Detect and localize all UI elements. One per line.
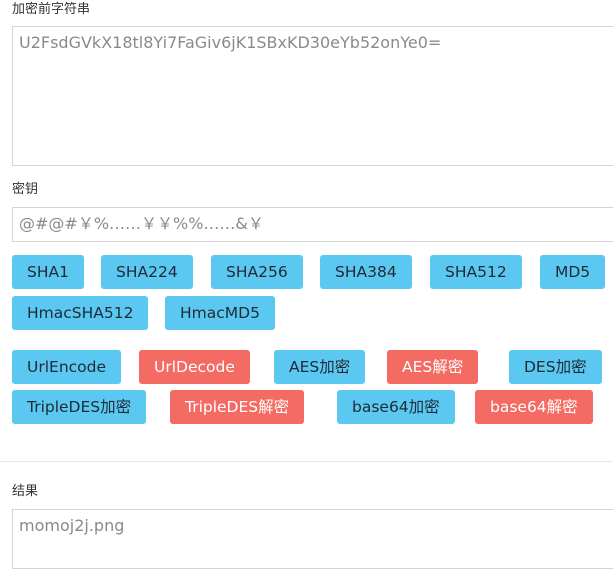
triple-des-encrypt-button[interactable]: TripleDES加密 bbox=[12, 390, 147, 424]
sha512-button[interactable]: SHA512 bbox=[430, 255, 522, 289]
key-input[interactable]: @#@#￥%……￥￥%%……&￥ bbox=[12, 207, 613, 242]
plaintext-label: 加密前字符串 bbox=[12, 2, 91, 17]
hmac-md5-button[interactable]: HmacMD5 bbox=[165, 296, 275, 330]
sha224-button[interactable]: SHA224 bbox=[101, 255, 193, 289]
sha1-button[interactable]: SHA1 bbox=[12, 255, 84, 289]
aes-decrypt-button[interactable]: AES解密 bbox=[387, 350, 479, 384]
sha256-button[interactable]: SHA256 bbox=[211, 255, 303, 289]
key-label: 密钥 bbox=[12, 182, 39, 197]
hmac-sha512-button[interactable]: HmacSHA512 bbox=[12, 296, 149, 330]
base64-decrypt-button[interactable]: base64解密 bbox=[475, 390, 593, 424]
url-encode-button[interactable]: UrlEncode bbox=[12, 350, 122, 384]
md5-button[interactable]: MD5 bbox=[540, 255, 606, 289]
aes-encrypt-button[interactable]: AES加密 bbox=[274, 350, 366, 384]
triple-des-decrypt-button[interactable]: TripleDES解密 bbox=[170, 390, 305, 424]
des-encrypt-button[interactable]: DES加密 bbox=[509, 350, 602, 384]
section-divider bbox=[0, 461, 613, 462]
sha384-button[interactable]: SHA384 bbox=[320, 255, 412, 289]
plaintext-textarea[interactable]: U2FsdGVkX18tl8Yi7FaGiv6jK1SBxKD30eYb52on… bbox=[12, 26, 613, 166]
base64-encrypt-button[interactable]: base64加密 bbox=[337, 390, 455, 424]
result-label: 结果 bbox=[12, 484, 39, 499]
result-textarea[interactable]: momoj2j.png bbox=[12, 509, 613, 569]
url-decode-button[interactable]: UrlDecode bbox=[139, 350, 250, 384]
